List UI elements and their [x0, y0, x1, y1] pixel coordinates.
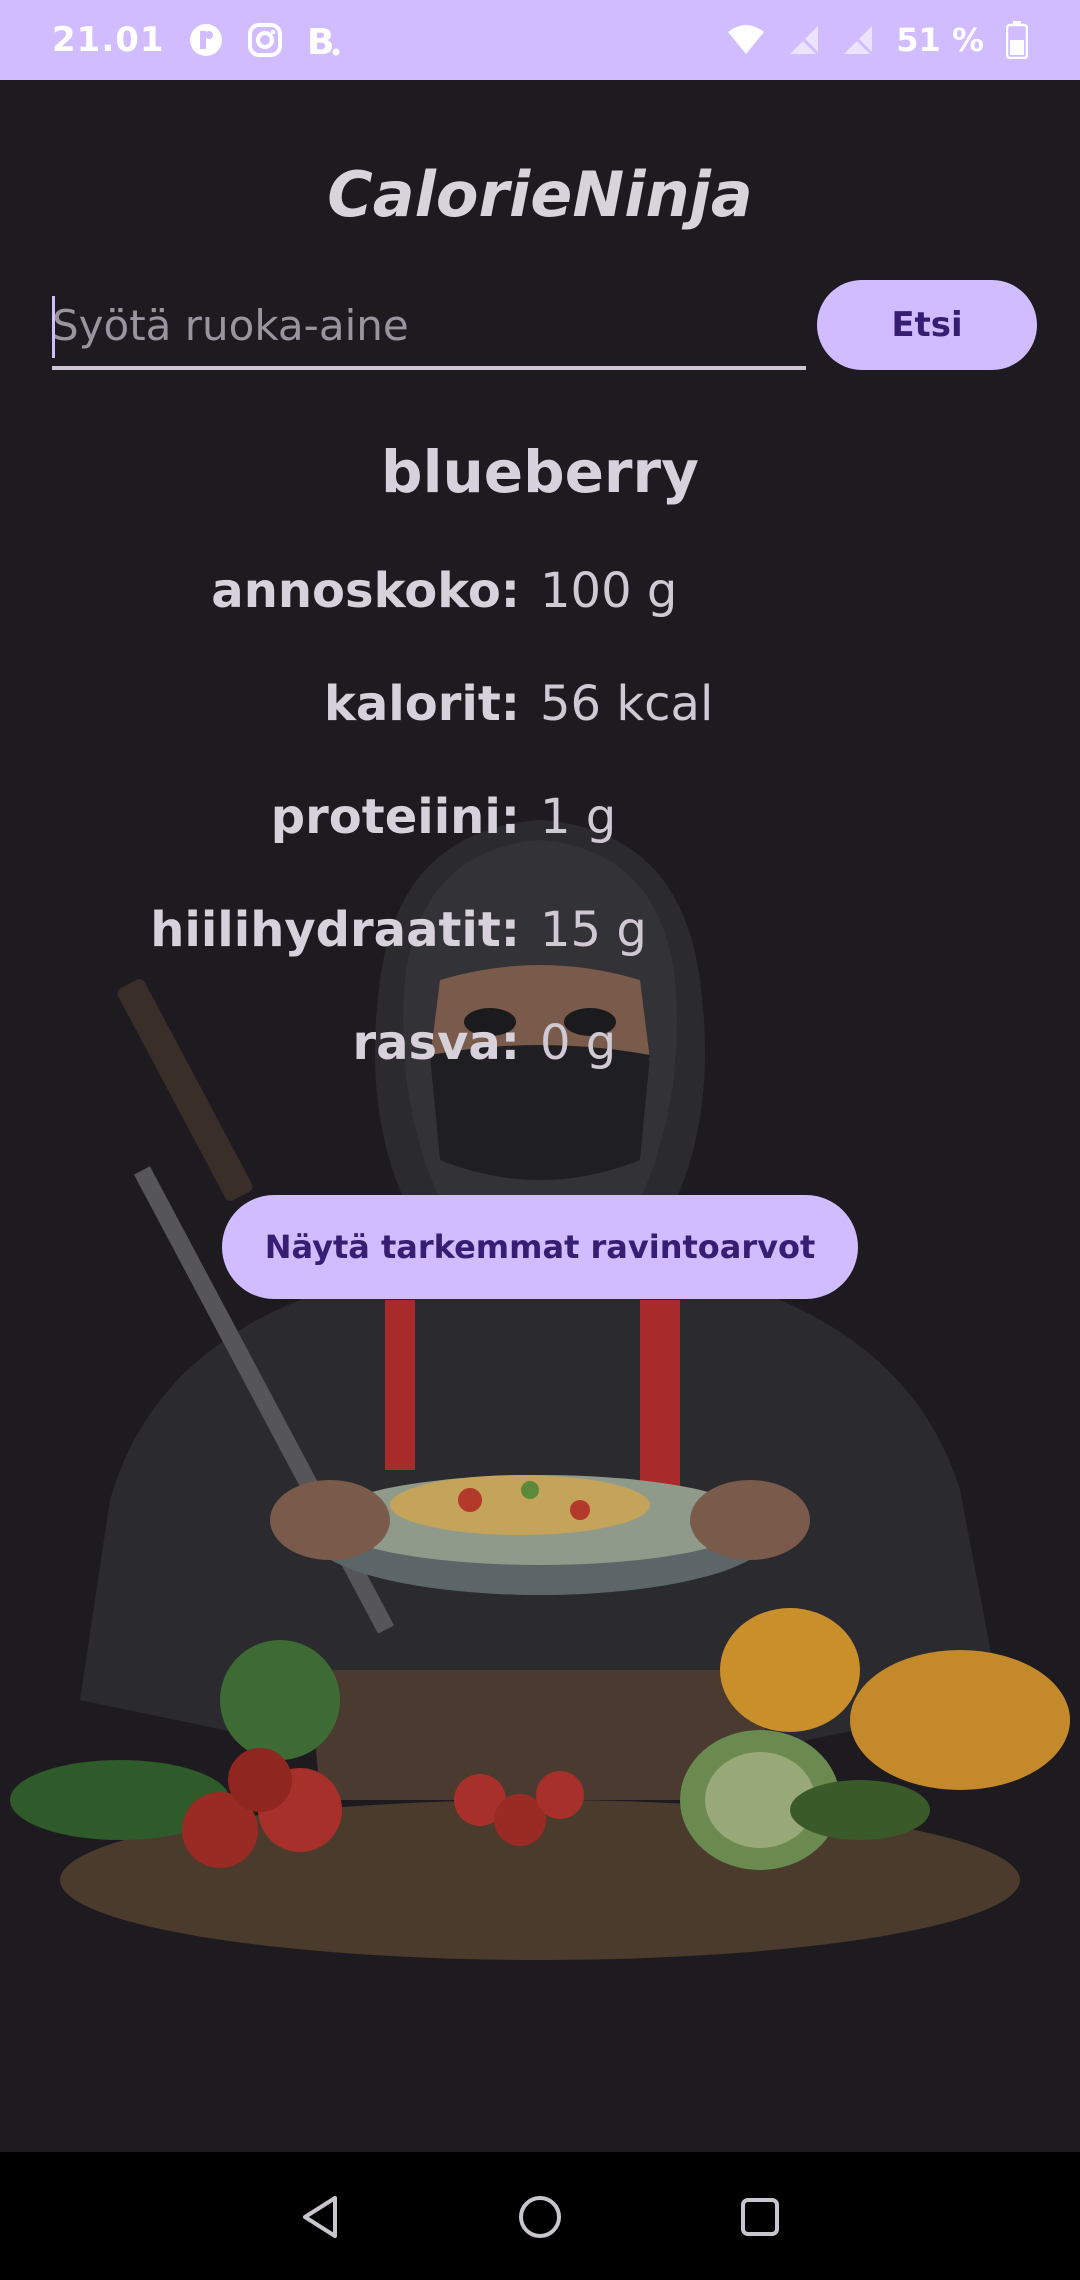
- nutrient-label: proteiini:: [270, 789, 520, 845]
- nutrient-row-calories: kalorit: 56 kcal: [0, 676, 1080, 746]
- battery-percentage: 51 %: [896, 21, 984, 59]
- nutrient-value: 0 g: [540, 1015, 617, 1071]
- food-search-input[interactable]: [52, 290, 806, 370]
- nutrient-row-fat: rasva: 0 g: [0, 1015, 1080, 1085]
- ninja-chef-illustration: [10, 820, 1070, 1960]
- nutrient-value: 100 g: [540, 563, 678, 619]
- navigation-bar: [0, 2152, 1080, 2280]
- nutrient-value: 15 g: [540, 902, 647, 958]
- status-bar-left: 21.01 B: [52, 20, 341, 60]
- nutrient-row-protein: proteiini: 1 g: [0, 789, 1080, 859]
- show-details-button[interactable]: Näytä tarkemmat ravintoarvot: [222, 1195, 858, 1299]
- status-bar-right: 51 %: [726, 21, 1028, 59]
- nutrient-label: annoskoko:: [211, 563, 520, 619]
- notification-app-icon: [187, 21, 225, 59]
- nutrient-row-carbohydrates: hiilihydraatit: 15 g: [0, 902, 1080, 972]
- search-button[interactable]: Etsi: [817, 280, 1037, 370]
- app-title: CalorieNinja: [327, 158, 753, 231]
- nutrient-value: 56 kcal: [540, 676, 714, 732]
- status-bar: 21.01 B 51 %: [0, 0, 1080, 80]
- nutrient-label: kalorit:: [323, 676, 520, 732]
- nutrient-value: 1 g: [540, 789, 617, 845]
- back-icon[interactable]: [285, 2182, 355, 2252]
- instagram-icon: [247, 22, 283, 58]
- home-icon[interactable]: [505, 2182, 575, 2252]
- nutrient-row-serving-size: annoskoko: 100 g: [0, 563, 1080, 633]
- wifi-icon: [726, 24, 766, 56]
- svg-text:B: B: [307, 22, 334, 59]
- booking-b-icon: B: [305, 21, 341, 59]
- nutrient-label: hiilihydraatit:: [150, 902, 520, 958]
- nutrient-label: rasva:: [352, 1015, 520, 1071]
- status-time: 21.01: [52, 20, 165, 60]
- no-signal-icon: [788, 24, 820, 56]
- food-name-heading: blueberry: [381, 438, 699, 506]
- battery-icon: [1006, 21, 1028, 59]
- no-signal-icon-2: [842, 24, 874, 56]
- text-cursor: [52, 296, 55, 358]
- recents-icon[interactable]: [725, 2182, 795, 2252]
